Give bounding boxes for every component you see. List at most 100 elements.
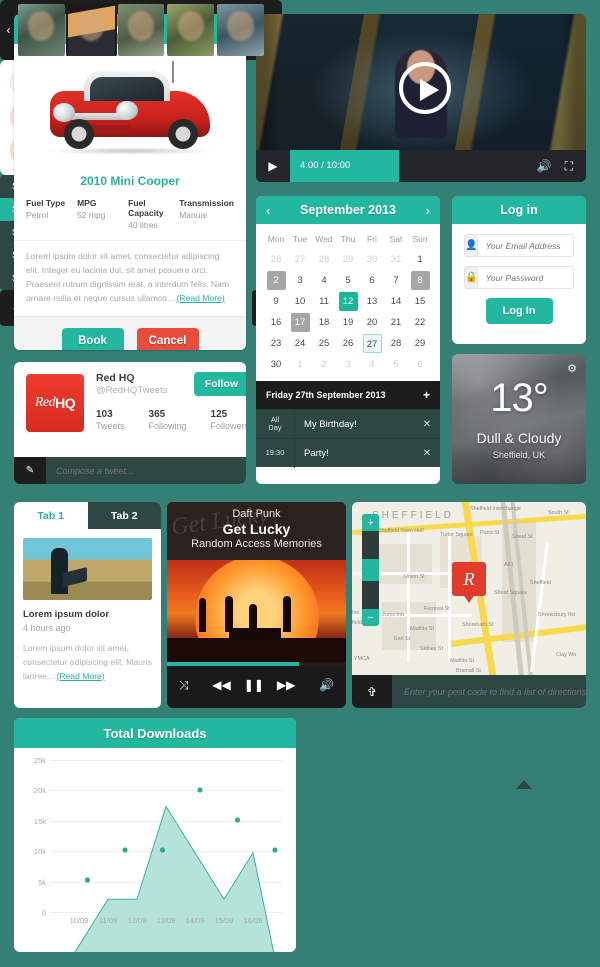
track-info: Get Lucky Daft Punk Get Lucky Random Acc…: [167, 502, 346, 560]
read-more-link[interactable]: (Read More): [176, 293, 224, 303]
stat-following[interactable]: 365 Following: [149, 409, 187, 431]
calendar-day[interactable]: 30: [267, 355, 286, 374]
read-more-link[interactable]: (Read More): [56, 671, 104, 681]
album-artwork: [167, 560, 346, 662]
stat-tweets[interactable]: 103 Tweets: [96, 409, 125, 431]
gear-icon[interactable]: ⚙: [567, 362, 577, 375]
calendar-day[interactable]: 29: [411, 334, 430, 353]
shuffle-icon[interactable]: ⤨: [179, 678, 189, 693]
calendar-day[interactable]: 8: [410, 271, 430, 290]
calendar-day[interactable]: 4: [315, 271, 334, 290]
pencil-icon[interactable]: ✎: [14, 457, 46, 484]
add-event-icon[interactable]: +: [423, 388, 430, 402]
calendar-day[interactable]: 11: [315, 292, 334, 311]
calendar-day[interactable]: 6: [363, 271, 382, 290]
calendar-day[interactable]: 6: [411, 355, 430, 374]
previous-icon[interactable]: ◀◀: [212, 678, 230, 692]
map-pin-marker[interactable]: R: [452, 562, 486, 603]
music-progress-fill: [167, 662, 300, 666]
calendar-day[interactable]: 27: [291, 250, 310, 269]
compose-tweet-input[interactable]: [46, 465, 246, 476]
tab-2[interactable]: Tab 2: [87, 502, 161, 529]
calendar-day[interactable]: 25: [315, 334, 334, 353]
calendar-day[interactable]: 5: [339, 271, 358, 290]
stat-label: Followers: [210, 421, 246, 431]
calendar-day[interactable]: 22: [411, 313, 430, 332]
video-progress-track[interactable]: 4:00 / 10:00: [290, 150, 537, 182]
calendar-day[interactable]: 16: [267, 313, 286, 332]
tabbed-blog-card: Tab 1 Tab 2 Lorem ipsum dolor 4 hours ag…: [14, 502, 161, 708]
carousel-thumb-1[interactable]: [18, 4, 65, 56]
calendar-day[interactable]: 3: [339, 355, 358, 374]
zoom-slider-upper[interactable]: [362, 531, 379, 559]
stat-followers[interactable]: 125 Followers: [211, 409, 246, 431]
calendar-day[interactable]: 14: [387, 292, 406, 311]
calendar-day[interactable]: 21: [387, 313, 406, 332]
calendar-day[interactable]: 5: [387, 355, 406, 374]
calendar-day[interactable]: 20: [363, 313, 382, 332]
calendar-day[interactable]: 1: [411, 250, 430, 269]
calendar-day[interactable]: 1: [291, 355, 310, 374]
calendar-day[interactable]: 26: [339, 334, 358, 353]
volume-icon[interactable]: 🔊: [319, 678, 334, 692]
calendar-day[interactable]: 15: [411, 292, 430, 311]
carousel-thumb-2[interactable]: [65, 4, 117, 56]
calendar-day[interactable]: 2: [315, 355, 334, 374]
calendar-day[interactable]: 7: [387, 271, 406, 290]
twitter-profile-card: Red HQ Red HQ @RedHQTweets Follow 103 Twe…: [14, 362, 246, 484]
volume-icon[interactable]: 🔊: [537, 159, 552, 174]
calendar-day[interactable]: 13: [363, 292, 382, 311]
event-row[interactable]: 19:30 Party! ✕: [256, 438, 440, 468]
calendar-day[interactable]: 23: [267, 334, 286, 353]
cancel-button[interactable]: Cancel: [136, 327, 199, 350]
login-button[interactable]: Log In: [485, 298, 553, 324]
calendar-day[interactable]: 10: [291, 292, 310, 311]
calendar-day[interactable]: 26: [267, 250, 286, 269]
downloads-chart-card: Total Downloads 25k 20k 15k 10k 5k 0 10/09 11/…: [14, 718, 296, 952]
calendar-day[interactable]: 29: [339, 250, 358, 269]
remove-event-icon[interactable]: ✕: [414, 448, 440, 459]
prev-month-icon[interactable]: ‹: [266, 203, 270, 218]
calendar-day[interactable]: 9: [267, 292, 286, 311]
event-row[interactable]: All Day My Birthday! ✕: [256, 409, 440, 439]
calendar-day[interactable]: 31: [387, 250, 406, 269]
calendar-day[interactable]: 3: [291, 271, 310, 290]
next-month-icon[interactable]: ›: [426, 203, 430, 218]
calendar-day[interactable]: 18: [315, 313, 334, 332]
carousel-thumb-5[interactable]: [217, 4, 264, 56]
zoom-out-icon[interactable]: −: [362, 609, 379, 626]
carousel-thumb-3[interactable]: [117, 4, 165, 56]
music-progress-track[interactable]: [167, 662, 346, 666]
calendar-day[interactable]: 30: [363, 250, 382, 269]
zoom-slider-handle[interactable]: [362, 559, 379, 581]
event-time: 19:30: [265, 447, 285, 457]
follow-button[interactable]: Follow: [193, 372, 246, 396]
map-canvas[interactable]: SHEFFIELD Sheffield Interchange Sheffield…: [352, 502, 586, 675]
calendar-week: 26 27 28 29 30 31 1: [264, 249, 432, 270]
calendar-day[interactable]: 28: [315, 250, 334, 269]
tab-1[interactable]: Tab 1: [14, 502, 88, 529]
calendar-day[interactable]: 4: [363, 355, 382, 374]
calendar-day[interactable]: 17: [290, 313, 310, 332]
carousel-thumb-4[interactable]: [167, 4, 215, 56]
postcode-input[interactable]: [392, 686, 586, 697]
spec-value: 52 mpg: [77, 210, 106, 220]
pause-icon[interactable]: ❚❚: [244, 678, 264, 692]
zoom-in-icon[interactable]: +: [362, 514, 379, 531]
calendar-day[interactable]: 28: [387, 334, 406, 353]
directions-icon[interactable]: ✞: [352, 675, 392, 708]
email-field[interactable]: [478, 240, 586, 251]
play-icon[interactable]: ▶: [256, 159, 290, 173]
book-button[interactable]: Book: [61, 327, 124, 350]
calendar-day[interactable]: 27: [362, 334, 382, 353]
calendar-day[interactable]: 19: [339, 313, 358, 332]
zoom-slider-lower[interactable]: [362, 581, 379, 609]
play-overlay-icon[interactable]: [399, 62, 451, 114]
calendar-day[interactable]: 24: [291, 334, 310, 353]
next-icon[interactable]: ▶▶: [277, 678, 295, 692]
remove-event-icon[interactable]: ✕: [414, 419, 440, 430]
password-field[interactable]: [478, 272, 586, 283]
fullscreen-icon[interactable]: ⛶: [565, 159, 573, 174]
calendar-day[interactable]: 2: [266, 271, 286, 290]
calendar-day[interactable]: 12: [338, 292, 358, 311]
